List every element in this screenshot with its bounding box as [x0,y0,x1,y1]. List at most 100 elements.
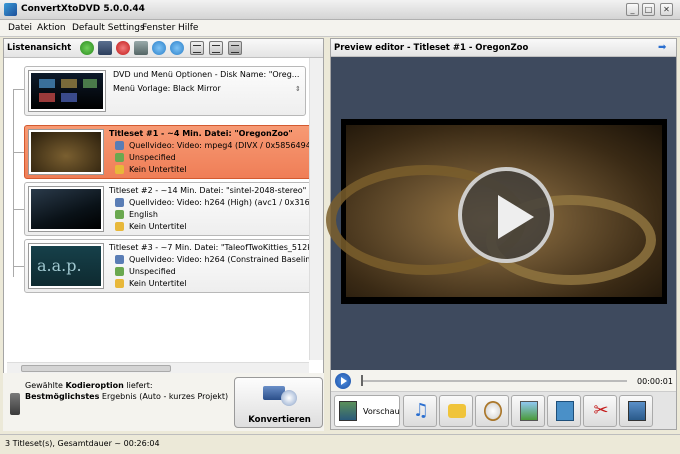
add-icon[interactable] [80,41,94,55]
tab-subtitles[interactable] [439,395,473,427]
item-audio: Unspecified [129,153,176,162]
view-details-icon[interactable] [209,41,223,55]
convert-button[interactable]: Konvertieren [234,377,323,428]
minimize-button[interactable]: _ [626,3,639,16]
list-item-titleset-3[interactable]: a.a.p. Titleset #3 - ~7 Min. Datei: "Tal… [24,239,314,293]
list-item-titleset-2[interactable]: Titleset #2 - ~14 Min. Datei: "sintel-20… [24,182,314,236]
item-video: Quellvideo: Video: h264 (Constrained Bas… [129,255,314,264]
menu-bar: Datei Aktion Default Settings Fenster Hi… [0,20,680,37]
list-view-panel: Listenansicht DVD und Menü Optionen - Di… [3,38,324,430]
enc-suffix: Ergebnis (Auto - kurzes Projekt) [99,392,229,401]
thumb-tile [39,79,55,88]
title-bar: ConvertXtoDVD 5.0.0.44 _ □ ✕ [0,0,680,20]
audio-icon [115,267,124,276]
preview-panel: Preview editor - Titleset #1 - OregonZoo… [326,38,677,430]
item-menu-template: Menü Vorlage: Black Mirror [113,84,221,93]
music-note-icon: ♫ [412,400,430,421]
video-frame [326,119,667,304]
video-image [326,125,662,297]
audio-icon [115,210,124,219]
tree-tick [13,209,24,210]
disc-icon [281,390,297,406]
preview-tab-icon [339,401,357,421]
window-title: ConvertXtoDVD 5.0.0.44 [21,4,145,14]
spin-icon[interactable]: ⇕ [295,85,301,93]
subtitle-icon [115,165,124,174]
tree-tick [13,89,24,90]
tab-audio[interactable]: ♫ [403,395,437,427]
thumb-tile [61,93,77,102]
video-icon [115,255,124,264]
close-button[interactable]: ✕ [660,3,673,16]
delete-icon[interactable] [116,41,130,55]
menu-hilfe[interactable]: Hilfe [178,23,198,33]
arrow-right-icon[interactable]: ➡ [658,42,666,53]
player-controls: 00:00:01 [331,370,676,392]
menu-fenster[interactable]: Fenster [142,23,175,33]
menu-aktion[interactable]: Aktion [37,23,66,33]
enc-bold1: Kodieroption [65,381,124,390]
preview-header: Preview editor - Titleset #1 - OregonZoo… [331,39,676,57]
enc-mid: liefert: [123,381,153,390]
item-audio: English [129,210,158,219]
tab-image[interactable] [511,395,545,427]
titleset-1-thumbnail [29,130,103,174]
thumb-tile [61,79,77,88]
tab-merge[interactable] [619,395,653,427]
seek-thumb[interactable] [361,375,363,386]
menu-default-settings[interactable]: Default Settings [72,23,145,33]
thumb-tile [39,93,55,102]
video-icon [115,198,124,207]
item-subtitle: Kein Untertitel [129,279,187,288]
tab-chapters[interactable] [475,395,509,427]
resize-icon [556,401,574,421]
list-item-dvd-menu[interactable]: DVD und Menü Optionen - Disk Name: "Oreg… [24,66,306,116]
tab-preview-label: Vorschau [363,407,400,416]
item-audio: Unspecified [129,267,176,276]
app-icon [4,3,17,16]
tab-preview[interactable]: Vorschau [334,395,400,427]
move-down-icon[interactable] [170,41,184,55]
subtitle-tab-icon [448,404,466,418]
film-strip-icon [628,401,646,421]
titleset-3-thumbnail: a.a.p. [29,244,103,288]
tree-tick [13,266,24,267]
view-thumbnails-icon[interactable] [228,41,242,55]
tree-line [13,89,14,277]
subtitle-icon [115,279,124,288]
item-title: Titleset #3 - ~7 Min. Datei: "TaleofTwoK… [109,243,314,252]
subtitle-icon [115,222,124,231]
save-icon[interactable] [98,41,112,55]
vertical-scrollbar[interactable] [309,58,323,360]
thumb-tile [83,79,97,88]
picture-icon [520,401,538,421]
status-bar: 3 Titleset(s), Gesamtdauer ~ 00:26:04 [0,434,680,454]
move-up-icon[interactable] [152,41,166,55]
item-title: Titleset #2 - ~14 Min. Datei: "sintel-20… [109,186,307,195]
scroll-thumb[interactable] [21,365,171,372]
item-title: DVD und Menü Optionen - Disk Name: "Oreg… [113,70,300,79]
encoding-text[interactable]: Gewählte Kodieroption liefert: Bestmögli… [25,380,228,402]
thumb-text: a.a.p. [37,256,82,275]
tab-resize[interactable] [547,395,581,427]
encoding-icon [10,393,20,415]
encoding-panel: Gewählte Kodieroption liefert: Bestmögli… [3,373,324,431]
list-toolbar: Listenansicht [4,39,323,58]
play-button[interactable] [335,373,351,389]
list-item-titleset-1[interactable]: Titleset #1 - ~4 Min. Datei: "OregonZoo"… [24,125,314,179]
item-subtitle: Kein Untertitel [129,222,187,231]
convert-label: Konvertieren [248,415,311,425]
stopwatch-icon [484,401,502,421]
menu-datei[interactable]: Datei [8,23,32,33]
film-icon[interactable] [134,41,148,55]
scissors-icon: ✂ [593,400,609,421]
play-overlay-button[interactable] [458,167,554,263]
time-display: 00:00:01 [637,377,673,386]
maximize-button[interactable]: □ [642,3,655,16]
item-video: Quellvideo: Video: mpeg4 (DIVX / 0x58564… [129,141,314,150]
tab-cut[interactable]: ✂ [583,395,617,427]
preview-title: Preview editor - Titleset #1 - OregonZoo [334,43,529,53]
seek-bar[interactable] [361,380,627,382]
editor-tabs: Vorschau ♫ ✂ [331,392,676,429]
view-list-icon[interactable] [190,41,204,55]
